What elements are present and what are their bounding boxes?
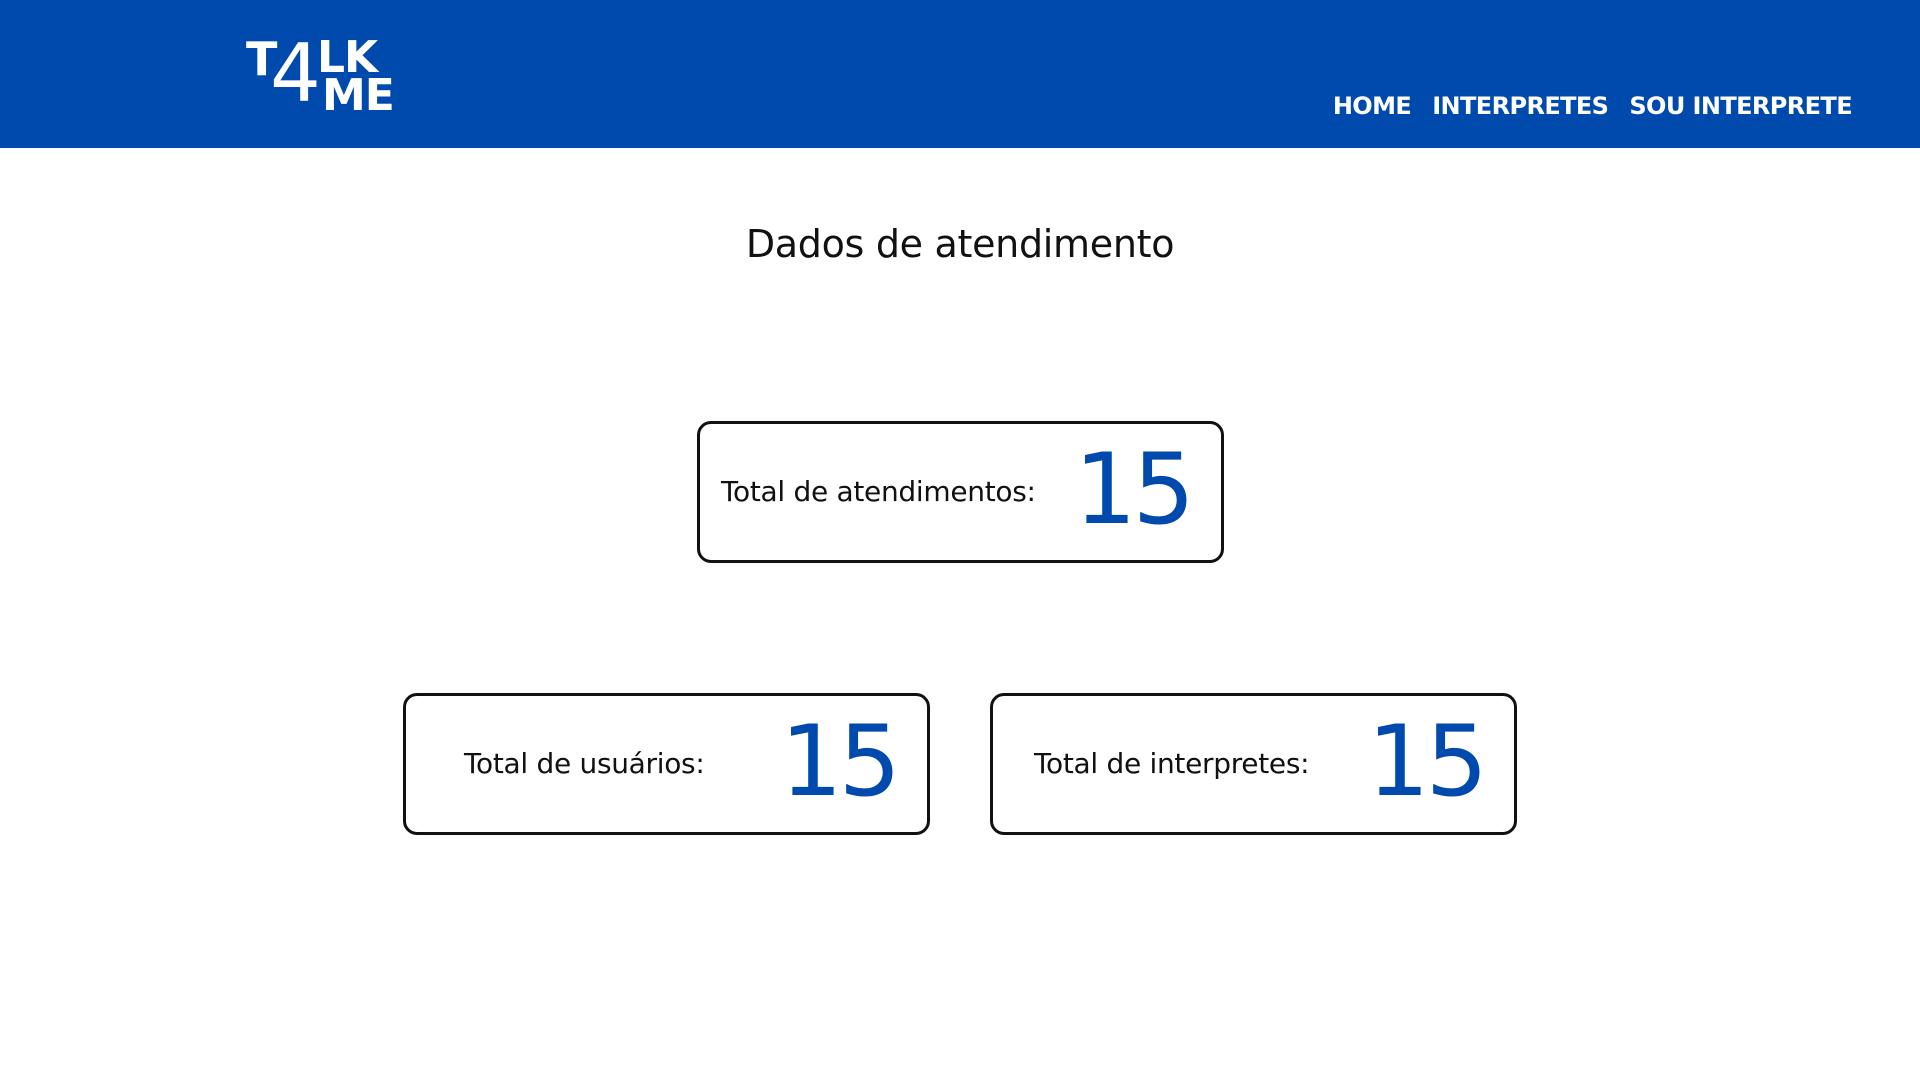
total-atendimentos-value: 15 xyxy=(1074,433,1195,547)
logo-letters-me: ME xyxy=(322,70,395,121)
page-title: Dados de atendimento xyxy=(745,222,1175,266)
total-interpretes-value: 15 xyxy=(1367,705,1488,819)
total-usuarios-label: Total de usuários: xyxy=(464,747,705,780)
total-atendimentos-label: Total de atendimentos: xyxy=(721,475,1036,508)
total-usuarios-value: 15 xyxy=(780,705,901,819)
nav-sou-interprete-link[interactable]: SOU INTERPRETE xyxy=(1629,88,1852,124)
nav-interpretes-link[interactable]: INTERPRETES xyxy=(1432,88,1609,124)
total-atendimentos-card: Total de atendimentos: 15 xyxy=(697,421,1224,563)
total-interpretes-card: Total de interpretes: 15 xyxy=(990,693,1517,835)
main-nav: HOME INTERPRETES SOU INTERPRETE xyxy=(1333,88,1853,124)
total-interpretes-label: Total de interpretes: xyxy=(1034,747,1310,780)
logo-digit-4: 4 xyxy=(270,27,321,120)
total-usuarios-card: Total de usuários: 15 xyxy=(403,693,930,835)
talk4me-logo[interactable]: T 4 LK ME xyxy=(246,27,395,120)
site-header: T 4 LK ME HOME INTERPRETES SOU INTERPRET… xyxy=(0,0,1920,148)
nav-home-link[interactable]: HOME xyxy=(1333,88,1412,124)
